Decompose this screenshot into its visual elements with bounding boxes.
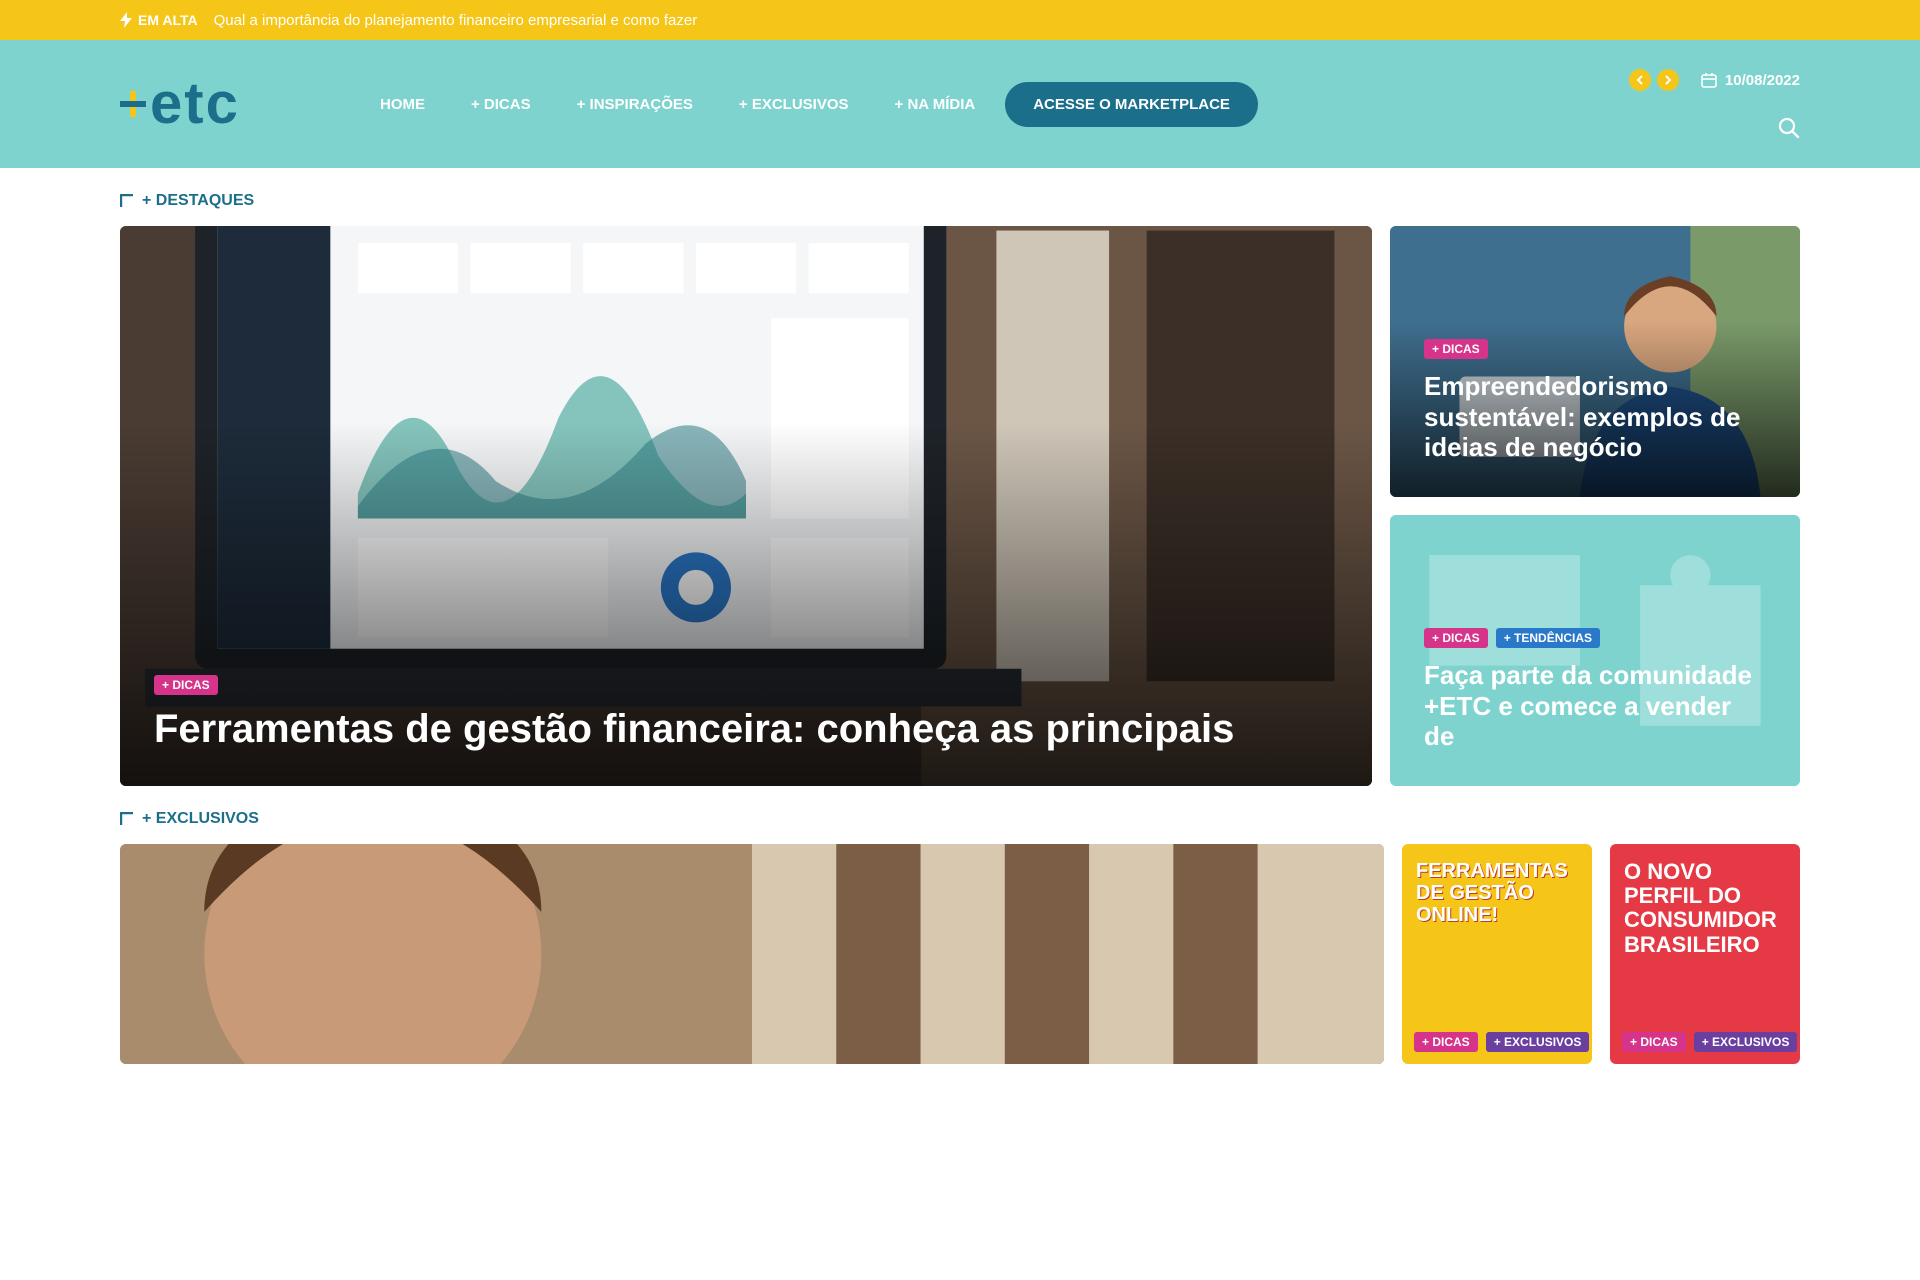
chevron-right-icon [1665,75,1672,85]
nav-item-dicas[interactable]: + DICAS [471,96,531,113]
exclusivos-card-1[interactable] [120,844,1384,1064]
tag-dicas[interactable]: + DICAS [1622,1032,1686,1052]
featured-grid: + DICAS Ferramentas de gestão financeira… [120,226,1800,786]
chevron-left-icon [1636,75,1643,85]
side1-tags: + DICAS [1424,338,1766,359]
tag-tendencias[interactable]: + TENDÊNCIAS [1495,627,1601,648]
tag-dicas[interactable]: + DICAS [1424,338,1488,359]
exclusivos-card-2-cover-title: FERRAMENTAS DE GESTÃO ONLINE! [1416,860,1568,926]
corner-bracket-icon [120,812,133,825]
ticker-arrows [1628,69,1679,91]
exclusivos-card-2[interactable]: FERRAMENTAS DE GESTÃO ONLINE! + DICAS + … [1402,844,1592,1064]
featured-main-body: + DICAS Ferramentas de gestão financeira… [154,675,1338,752]
featured-main-title[interactable]: Ferramentas de gestão financeira: conheç… [154,707,1338,752]
featured-card-side-1[interactable]: + DICAS Empreendedorismo sustentável: ex… [1390,226,1800,497]
tag-dicas[interactable]: + DICAS [154,675,218,696]
side2-title[interactable]: Faça parte da comunidade +ETC e comece a… [1424,660,1766,752]
header-right: 10/08/2022 [1628,69,1800,139]
corner-bracket-icon [120,194,133,207]
calendar-icon [1701,73,1717,88]
side1-title[interactable]: Empreendedorismo sustentável: exemplos d… [1424,371,1766,463]
site-header: etc HOME + DICAS + INSPIRAÇÕES + EXCLUSI… [0,40,1920,168]
tag-dicas[interactable]: + DICAS [1424,627,1488,648]
exclusivos-heading: + EXCLUSIVOS [120,810,1800,828]
trending-badge: EM ALTA [120,12,198,28]
prev-button[interactable] [1628,69,1651,91]
main-content: + DESTAQUES + DICAS Ferramentas de gestã… [0,192,1920,1064]
lightning-icon [120,12,132,28]
trending-label: EM ALTA [138,12,198,28]
trending-headline-link[interactable]: Qual a importância do planejamento finan… [214,12,698,29]
exclusivos-title: + EXCLUSIVOS [142,810,259,827]
featured-card-main[interactable]: + DICAS Ferramentas de gestão financeira… [120,226,1372,786]
date-text: 10/08/2022 [1724,71,1800,89]
tag-dicas[interactable]: + DICAS [1414,1032,1478,1052]
ticker-bar: EM ALTA Qual a importância do planejamen… [0,0,1920,40]
next-button[interactable] [1656,69,1679,91]
destaques-title: + DESTAQUES [142,192,255,209]
marketplace-button[interactable]: ACESSE O MARKETPLACE [1005,81,1258,127]
current-date: 10/08/2022 [1701,72,1800,89]
nav-item-exclusivos[interactable]: + EXCLUSIVOS [739,96,849,113]
featured-card-side-2[interactable]: + DICAS + TENDÊNCIAS Faça parte da comun… [1390,515,1800,786]
logo-wordmark: etc [150,71,240,136]
plus-icon [120,91,146,117]
exclusivos-card-2-tags: + DICAS + EXCLUSIVOS [1414,1032,1590,1052]
search-icon[interactable] [1778,117,1800,139]
tag-exclusivos[interactable]: + EXCLUSIVOS [1693,1032,1798,1052]
exclusivos-card-3-cover-title: O NOVO PERFIL DO CONSUMIDOR BRASILEIRO [1624,859,1777,957]
destaques-heading: + DESTAQUES [120,192,1800,210]
exclusivos-grid: FERRAMENTAS DE GESTÃO ONLINE! + DICAS + … [120,844,1800,1064]
logo[interactable]: etc [120,75,320,133]
exclusivos-image-warehouse [120,844,1384,1064]
side2-tags: + DICAS + TENDÊNCIAS [1424,627,1766,648]
tag-exclusivos[interactable]: + EXCLUSIVOS [1485,1032,1590,1052]
nav-item-home[interactable]: HOME [380,96,425,113]
exclusivos-card-3[interactable]: O NOVO PERFIL DO CONSUMIDOR BRASILEIRO +… [1610,844,1800,1064]
exclusivos-card-3-tags: + DICAS + EXCLUSIVOS [1622,1032,1798,1052]
side1-body: + DICAS Empreendedorismo sustentável: ex… [1424,338,1766,463]
side2-body: + DICAS + TENDÊNCIAS Faça parte da comun… [1424,627,1766,752]
nav-item-na-midia[interactable]: + NA MÍDIA [895,96,976,113]
nav-item-inspiracoes[interactable]: + INSPIRAÇÕES [577,96,693,113]
main-nav: HOME + DICAS + INSPIRAÇÕES + EXCLUSIVOS … [380,96,975,113]
featured-main-tags: + DICAS [154,675,1338,696]
featured-side: + DICAS Empreendedorismo sustentável: ex… [1390,226,1800,786]
header-controls: 10/08/2022 [1628,69,1800,91]
